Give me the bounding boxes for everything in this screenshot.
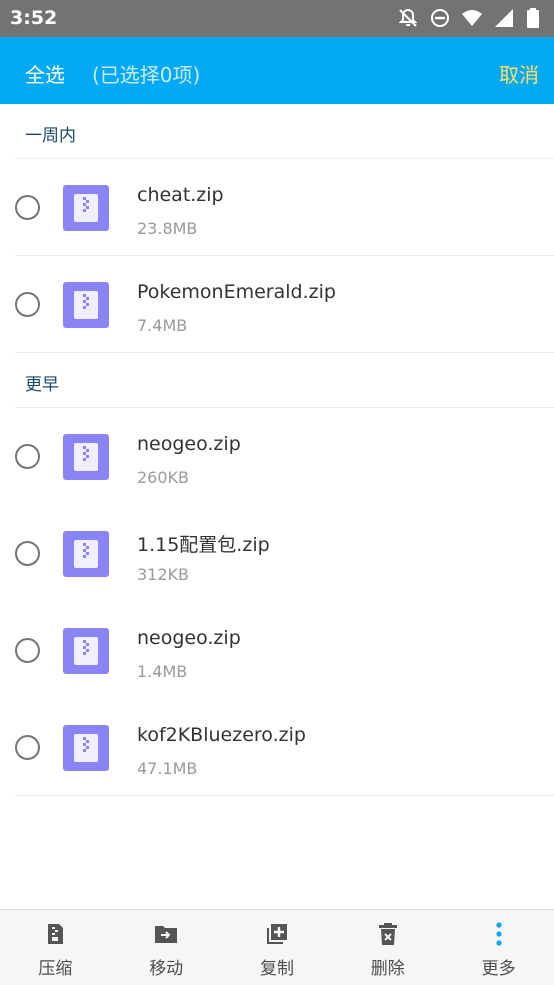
file-row[interactable]: PokemonEmerald.zip 7.4MB [0, 256, 554, 353]
zip-file-icon [63, 185, 109, 231]
compress-icon [43, 922, 67, 946]
delete-label: 删除 [370, 959, 405, 979]
status-bar: 3:52 [0, 0, 554, 37]
delete-icon [376, 922, 400, 946]
file-row[interactable]: 1.15配置包.zip 312KB [0, 505, 554, 602]
copy-button[interactable]: 复制 [222, 910, 333, 985]
select-radio[interactable] [15, 735, 40, 760]
delete-button[interactable]: 删除 [332, 910, 443, 985]
compress-label: 压缩 [38, 959, 73, 979]
zip-file-icon [63, 725, 109, 771]
file-row[interactable]: neogeo.zip 1.4MB [0, 602, 554, 699]
copy-label: 复制 [259, 959, 294, 979]
file-name: neogeo.zip [137, 627, 241, 649]
select-radio[interactable] [15, 444, 40, 469]
zip-file-icon [63, 434, 109, 480]
cancel-button[interactable]: 取消 [499, 59, 539, 88]
zip-file-icon [63, 628, 109, 674]
bottom-action-bar: 压缩 移动 复制 删除 更多 [0, 909, 554, 985]
copy-icon [265, 922, 289, 946]
do-not-disturb-icon [430, 8, 450, 28]
file-size: 1.4MB [137, 662, 188, 681]
file-size: 260KB [137, 468, 190, 487]
file-size: 23.8MB [137, 219, 198, 238]
zip-file-icon [63, 282, 109, 328]
selection-app-bar: 全选 (已选择0项) 取消 [0, 37, 554, 104]
file-row[interactable]: kof2KBluezero.zip 47.1MB [0, 699, 554, 796]
file-size: 7.4MB [137, 316, 188, 335]
battery-icon [526, 8, 546, 28]
status-icons [398, 8, 546, 28]
file-size: 47.1MB [137, 759, 198, 778]
select-radio[interactable] [15, 195, 40, 220]
wifi-icon [462, 8, 482, 28]
file-name: 1.15配置包.zip [137, 534, 270, 556]
more-button[interactable]: 更多 [443, 910, 554, 985]
move-folder-icon [154, 922, 178, 946]
section-header-earlier: 更早 [0, 353, 554, 408]
select-radio[interactable] [15, 292, 40, 317]
file-row[interactable]: cheat.zip 23.8MB [0, 159, 554, 256]
file-size: 312KB [137, 565, 190, 584]
file-name: neogeo.zip [137, 433, 241, 455]
selected-count-label: (已选择0项) [92, 63, 201, 87]
move-button[interactable]: 移动 [111, 910, 222, 985]
file-name: cheat.zip [137, 184, 224, 206]
select-radio[interactable] [15, 638, 40, 663]
file-name: kof2KBluezero.zip [137, 724, 306, 746]
file-name: PokemonEmerald.zip [137, 281, 336, 303]
more-label: 更多 [481, 959, 516, 979]
file-row[interactable]: neogeo.zip 260KB [0, 408, 554, 505]
cell-signal-icon [494, 8, 514, 28]
file-list: 一周内 cheat.zip 23.8MB PokemonEmerald.zip … [0, 104, 554, 796]
more-vert-icon [487, 922, 511, 946]
notifications-off-icon [398, 8, 418, 28]
select-all-button[interactable]: 全选 [25, 59, 65, 88]
section-header-this-week: 一周内 [0, 104, 554, 159]
zip-file-icon [63, 531, 109, 577]
select-radio[interactable] [15, 541, 40, 566]
status-time: 3:52 [10, 7, 58, 29]
move-label: 移动 [149, 959, 184, 979]
compress-button[interactable]: 压缩 [0, 910, 111, 985]
